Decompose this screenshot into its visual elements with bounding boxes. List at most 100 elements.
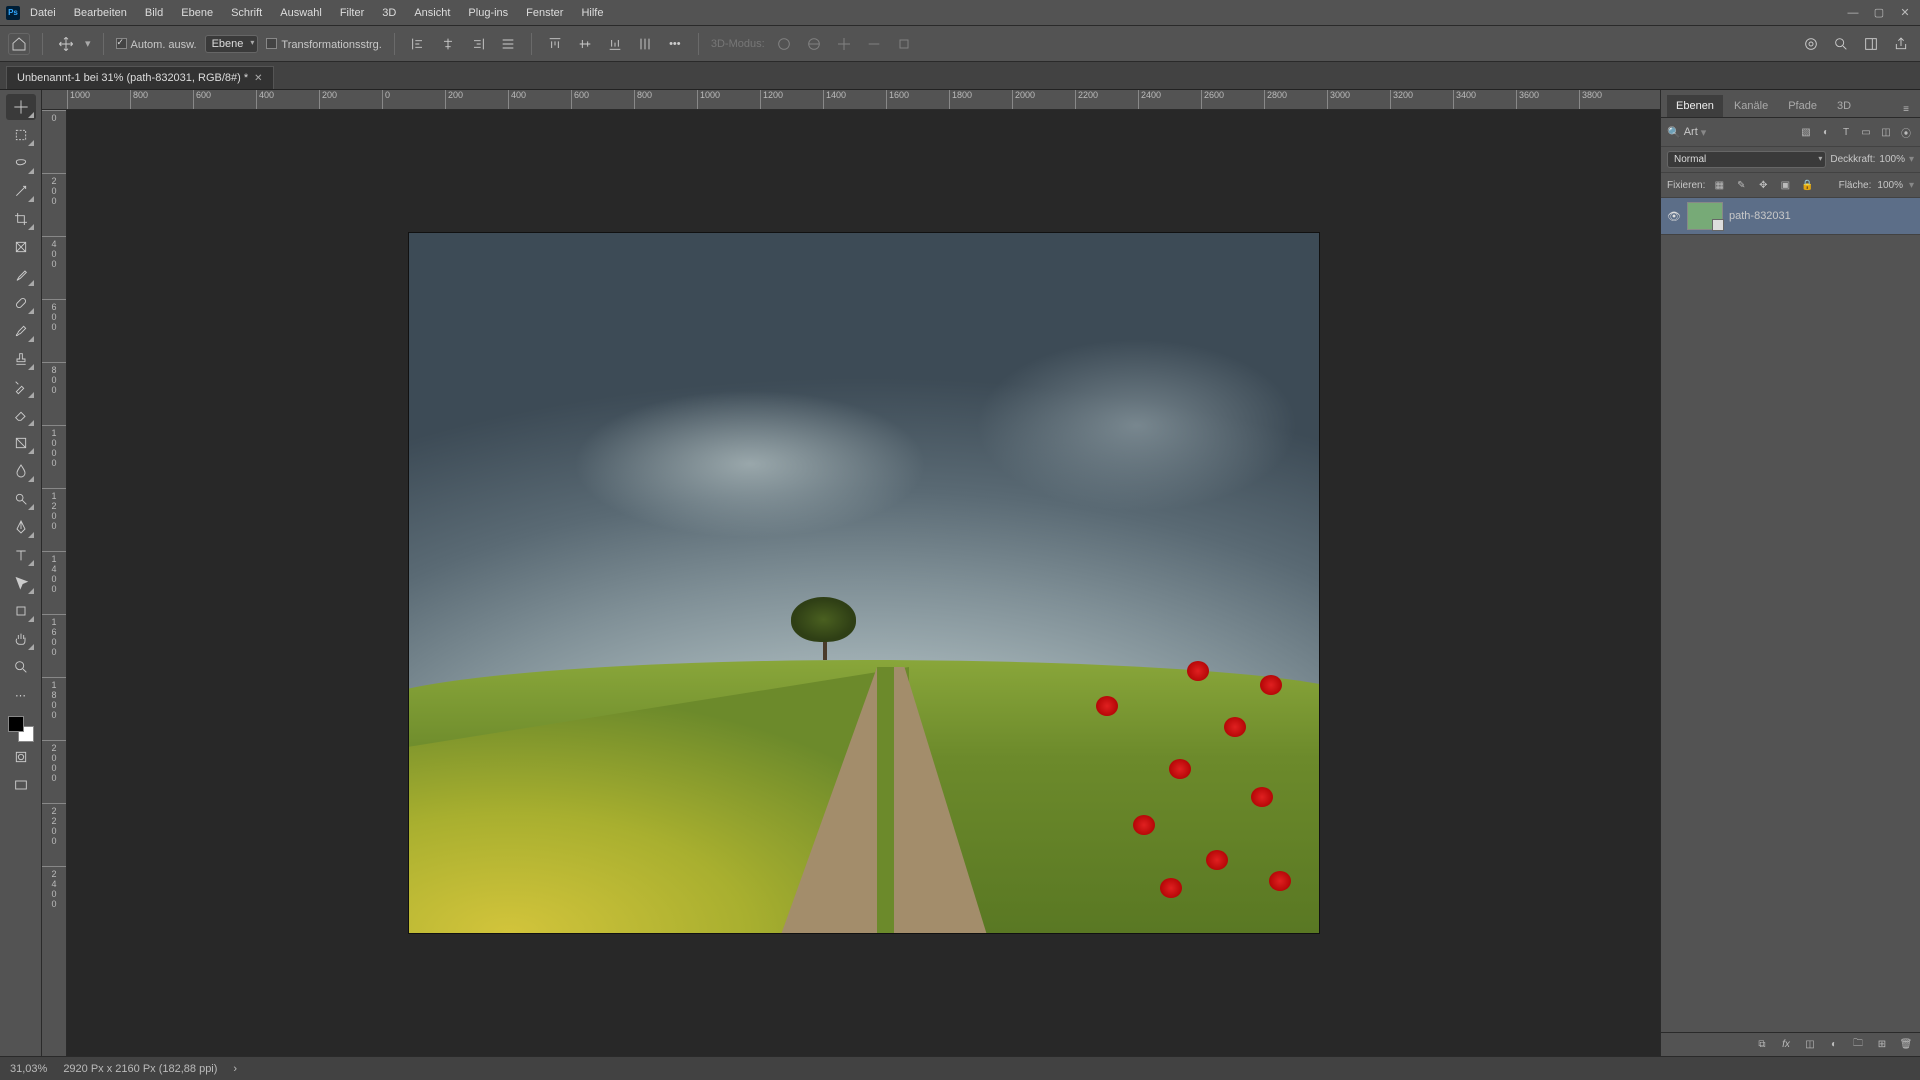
tab-pfade[interactable]: Pfade [1779, 95, 1826, 117]
distribute-h-icon[interactable] [497, 33, 519, 55]
adjustment-layer-icon[interactable]: ◐ [1826, 1037, 1842, 1053]
filter-smart-icon[interactable]: ◫ [1878, 124, 1894, 140]
layer-row[interactable]: 👁 path-832031 [1661, 198, 1920, 235]
menu-filter[interactable]: Filter [332, 3, 372, 23]
filter-shape-icon[interactable]: ▭ [1858, 124, 1874, 140]
layer-thumbnail[interactable] [1687, 202, 1723, 230]
magic-wand-tool[interactable] [6, 178, 36, 204]
zoom-level[interactable]: 31,03% [10, 1063, 47, 1075]
align-left-icon[interactable] [407, 33, 429, 55]
shape-tool[interactable] [6, 598, 36, 624]
document-tab[interactable]: Unbenannt-1 bei 31% (path-832031, RGB/8#… [6, 66, 274, 89]
share-icon[interactable] [1890, 33, 1912, 55]
hand-tool[interactable] [6, 626, 36, 652]
search-icon[interactable] [1830, 33, 1852, 55]
layer-name[interactable]: path-832031 [1729, 210, 1791, 222]
fill-value[interactable]: 100% [1877, 180, 1903, 191]
align-bottom-icon[interactable] [604, 33, 626, 55]
fill-label: Fläche: [1839, 180, 1872, 191]
menu-3d[interactable]: 3D [374, 3, 404, 23]
tab-ebenen[interactable]: Ebenen [1667, 95, 1723, 117]
crop-tool[interactable] [6, 206, 36, 232]
menu-fenster[interactable]: Fenster [518, 3, 571, 23]
screen-mode-icon[interactable] [6, 772, 36, 798]
lock-artboard-icon[interactable]: ▣ [1777, 177, 1793, 193]
menu-ansicht[interactable]: Ansicht [406, 3, 458, 23]
eraser-tool[interactable] [6, 402, 36, 428]
color-swatches[interactable] [8, 716, 34, 742]
minimize-icon[interactable]: — [1844, 4, 1862, 22]
menu-auswahl[interactable]: Auswahl [272, 3, 330, 23]
lock-all-icon[interactable]: 🔒 [1799, 177, 1815, 193]
menu-bild[interactable]: Bild [137, 3, 171, 23]
align-top-icon[interactable] [544, 33, 566, 55]
add-mask-icon[interactable]: ◫ [1802, 1037, 1818, 1053]
auto-select-target-dropdown[interactable]: Ebene [205, 35, 259, 53]
filter-type-icon[interactable]: T [1838, 124, 1854, 140]
filter-toggle-icon[interactable]: ⦿ [1898, 124, 1914, 140]
workspace-icon[interactable] [1860, 33, 1882, 55]
menu-schrift[interactable]: Schrift [223, 3, 270, 23]
lock-pixels-icon[interactable]: ✎ [1733, 177, 1749, 193]
history-brush-tool[interactable] [6, 374, 36, 400]
blur-tool[interactable] [6, 458, 36, 484]
menu-datei[interactable]: Datei [22, 3, 64, 23]
delete-layer-icon[interactable]: 🗑 [1898, 1037, 1914, 1053]
auto-select-checkbox[interactable]: Autom. ausw. [116, 37, 197, 51]
align-vcenter-icon[interactable] [574, 33, 596, 55]
layer-filter-dropdown[interactable]: 🔍 Art ▾ [1667, 126, 1794, 139]
distribute-v-icon[interactable] [634, 33, 656, 55]
filter-pixel-icon[interactable]: ▧ [1798, 124, 1814, 140]
align-right-icon[interactable] [467, 33, 489, 55]
brush-tool[interactable] [6, 318, 36, 344]
document-tab-close-icon[interactable]: ✕ [254, 73, 262, 84]
type-tool[interactable] [6, 542, 36, 568]
align-hcenter-icon[interactable] [437, 33, 459, 55]
menu-plugins[interactable]: Plug-ins [460, 3, 516, 23]
cloud-docs-icon[interactable] [1800, 33, 1822, 55]
path-select-tool[interactable] [6, 570, 36, 596]
new-layer-icon[interactable]: ⊞ [1874, 1037, 1890, 1053]
link-layers-icon[interactable]: ⧉ [1754, 1037, 1770, 1053]
healing-tool[interactable] [6, 290, 36, 316]
group-layers-icon[interactable]: 🗀 [1850, 1037, 1866, 1053]
canvas-viewport[interactable] [67, 110, 1660, 1056]
frame-tool[interactable] [6, 234, 36, 260]
transform-controls-checkbox[interactable]: Transformationsstrg. [266, 37, 381, 51]
canvas[interactable] [409, 233, 1319, 933]
close-icon[interactable]: ✕ [1896, 4, 1914, 22]
opacity-value[interactable]: 100% [1879, 154, 1905, 165]
dodge-tool[interactable] [6, 486, 36, 512]
move-tool[interactable] [6, 94, 36, 120]
document-dimensions[interactable]: 2920 Px x 2160 Px (182,88 ppi) [63, 1063, 217, 1075]
layer-fx-icon[interactable]: fx [1778, 1037, 1794, 1053]
marquee-tool[interactable] [6, 122, 36, 148]
stamp-tool[interactable] [6, 346, 36, 372]
menu-bearbeiten[interactable]: Bearbeiten [66, 3, 135, 23]
tab-3d[interactable]: 3D [1828, 95, 1860, 117]
quick-mask-icon[interactable] [6, 744, 36, 770]
blend-mode-dropdown[interactable]: Normal [1667, 151, 1826, 168]
home-icon[interactable] [8, 33, 30, 55]
lasso-tool[interactable] [6, 150, 36, 176]
document-tab-title: Unbenannt-1 bei 31% (path-832031, RGB/8#… [17, 72, 248, 84]
status-more-icon[interactable]: › [233, 1063, 237, 1075]
panel-menu-icon[interactable]: ≡ [1898, 101, 1914, 117]
lock-position-icon[interactable]: ✥ [1755, 177, 1771, 193]
more-align-icon[interactable]: ••• [664, 33, 686, 55]
menu-ebene[interactable]: Ebene [173, 3, 221, 23]
lock-transparent-icon[interactable]: ▦ [1711, 177, 1727, 193]
eyedropper-tool[interactable] [6, 262, 36, 288]
gradient-tool[interactable] [6, 430, 36, 456]
maximize-icon[interactable]: ▢ [1870, 4, 1888, 22]
visibility-icon[interactable]: 👁 [1667, 210, 1681, 223]
menu-hilfe[interactable]: Hilfe [573, 3, 611, 23]
options-bar: ▾ Autom. ausw. Ebene Transformationsstrg… [0, 26, 1920, 62]
edit-toolbar-icon[interactable]: ⋯ [6, 682, 36, 708]
filter-adjust-icon[interactable]: ◐ [1818, 124, 1834, 140]
zoom-tool[interactable] [6, 654, 36, 680]
status-bar: 31,03% 2920 Px x 2160 Px (182,88 ppi) › [0, 1056, 1920, 1080]
pen-tool[interactable] [6, 514, 36, 540]
move-tool-icon[interactable] [55, 33, 77, 55]
tab-kanaele[interactable]: Kanäle [1725, 95, 1777, 117]
